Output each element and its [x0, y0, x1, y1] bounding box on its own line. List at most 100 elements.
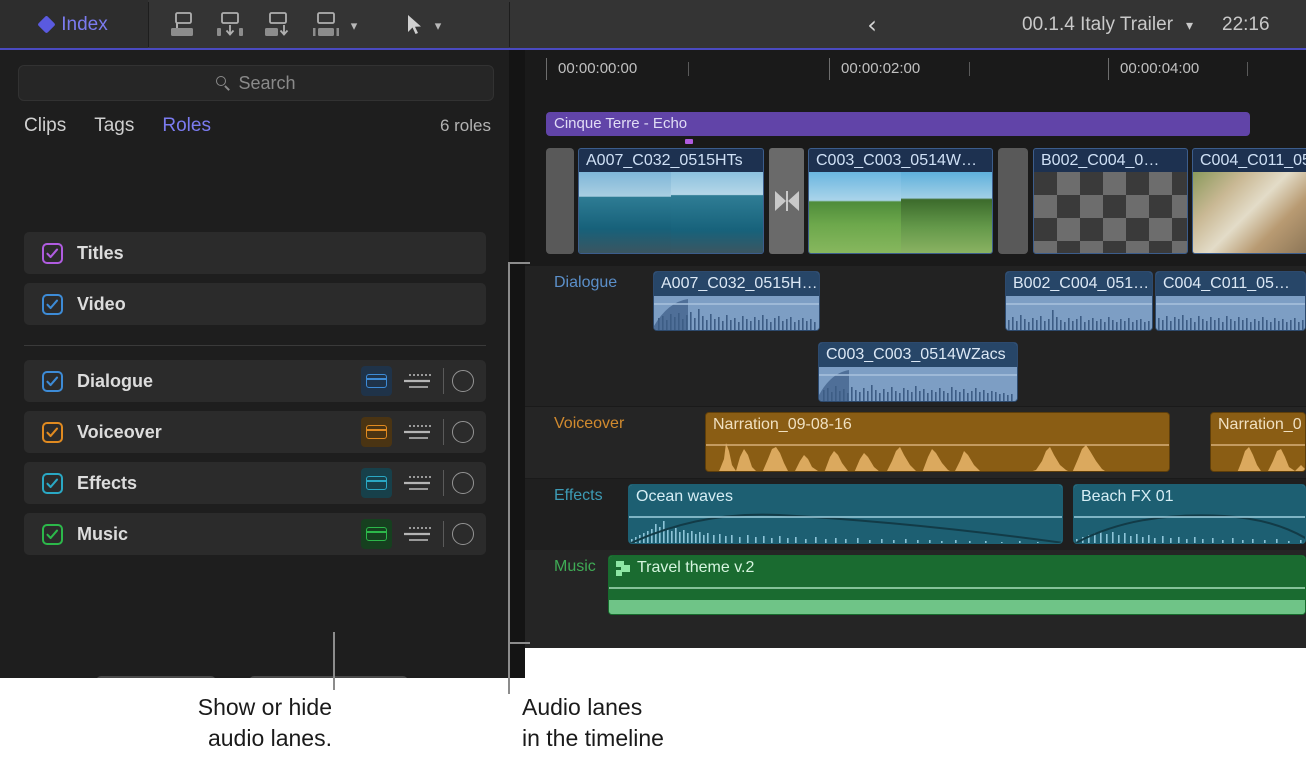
audio-lane-label-music: Music	[554, 558, 596, 576]
solo-button-voiceover[interactable]	[452, 421, 474, 443]
project-title[interactable]: 00.1.4 Italy Trailer	[1022, 12, 1173, 38]
timeline-ruler[interactable]: 00:00:00:00 00:00:02:00 00:00:04:00	[525, 50, 1306, 90]
callout-hide-audio-lanes: Show or hide audio lanes.	[152, 692, 332, 754]
overwrite-clip-button[interactable]	[304, 8, 348, 42]
audio-lane-voiceover[interactable]: Voiceover Narration_09-08-16 Narration_0	[525, 407, 1306, 478]
callouts: Show or hide audio lanes. Audio lanes in…	[0, 678, 1306, 766]
chevron-down-icon[interactable]: ▾	[347, 20, 361, 32]
audio-clip-music-travel-theme[interactable]: Travel theme v.2	[608, 555, 1306, 615]
audio-clip-label: C003_C003_0514WZacs	[826, 344, 1006, 366]
storyline-gap-mid[interactable]	[998, 148, 1028, 254]
audio-clip-dialogue-c004[interactable]: C004_C011_05…	[1155, 271, 1306, 331]
audio-clip-dialogue-c003[interactable]: C003_C003_0514WZacs	[818, 342, 1018, 402]
audio-waveform	[609, 580, 1305, 614]
callout-line-1: Show or hide	[152, 692, 332, 723]
index-button[interactable]: Index	[0, 0, 148, 49]
primary-storyline: A007_C032_0515HTs C003_C003_05	[525, 148, 1306, 258]
audio-clip-label: C004_C011_05…	[1163, 273, 1290, 295]
audio-clip-voiceover-narration-2[interactable]: Narration_0	[1210, 412, 1306, 472]
tool-chevron-down-icon[interactable]: ▾	[431, 20, 445, 32]
role-row-divider	[443, 419, 444, 445]
search-placeholder: Search	[238, 73, 295, 94]
audio-waveform	[629, 509, 1062, 543]
role-checkbox-dialogue[interactable]	[42, 371, 63, 392]
role-checkbox-titles[interactable]	[42, 243, 63, 264]
tab-clips[interactable]: Clips	[24, 115, 66, 137]
role-label-titles: Titles	[77, 232, 124, 274]
ruler-tick	[829, 58, 830, 80]
audio-waveform	[1074, 509, 1305, 543]
solo-button-dialogue[interactable]	[452, 370, 474, 392]
fcp-screenshot: Index	[0, 0, 1306, 766]
connect-clip-button[interactable]	[160, 8, 204, 42]
role-checkbox-voiceover[interactable]	[42, 422, 63, 443]
append-clip-button[interactable]	[256, 8, 300, 42]
timeline[interactable]: 00:00:00:00 00:00:02:00 00:00:04:00 Cinq…	[525, 50, 1306, 648]
role-row-divider	[443, 470, 444, 496]
video-clip-a007[interactable]: A007_C032_0515HTs	[578, 148, 764, 254]
role-checkbox-video[interactable]	[42, 294, 63, 315]
title-clip-label: Cinque Terre - Echo	[554, 112, 687, 136]
audio-waveform	[1211, 437, 1305, 471]
storyline-gap-left[interactable]	[546, 148, 574, 254]
audio-clip-label: Ocean waves	[636, 486, 733, 508]
project-chevron-down-icon[interactable]: ▾	[1186, 15, 1193, 35]
role-row-effects[interactable]: Effects	[24, 462, 486, 504]
role-row-video[interactable]: Video	[24, 283, 486, 325]
callout-leader-line-1	[333, 632, 335, 690]
ruler-tick-minor	[969, 62, 970, 76]
tab-roles[interactable]: Roles	[162, 115, 211, 137]
thumbnail	[671, 172, 763, 253]
lane-toggle-icon-dialogue[interactable]	[361, 366, 392, 396]
back-button[interactable]: ‹	[858, 10, 886, 40]
video-clip-c003[interactable]: C003_C003_0514W…	[808, 148, 993, 254]
role-checkbox-music[interactable]	[42, 524, 63, 545]
thumbnail	[1193, 172, 1306, 253]
role-label-voiceover: Voiceover	[77, 411, 162, 453]
subroles-icon-music[interactable]	[404, 524, 436, 544]
audio-clip-voiceover-narration-1[interactable]: Narration_09-08-16	[705, 412, 1170, 472]
ruler-label-2: 00:00:04:00	[1120, 60, 1199, 77]
solo-button-music[interactable]	[452, 523, 474, 545]
role-row-dialogue[interactable]: Dialogue	[24, 360, 486, 402]
thumbnail	[901, 172, 993, 253]
ruler-label-0: 00:00:00:00	[558, 60, 637, 77]
select-tool-button[interactable]	[392, 8, 436, 42]
subroles-icon-effects[interactable]	[404, 473, 436, 493]
role-row-titles[interactable]: Titles	[24, 232, 486, 274]
lane-toggle-icon-music[interactable]	[361, 519, 392, 549]
role-checkbox-effects[interactable]	[42, 473, 63, 494]
audio-clip-dialogue-b002[interactable]: B002_C004_051…	[1005, 271, 1153, 331]
insert-clip-button[interactable]	[208, 8, 252, 42]
role-row-music[interactable]: Music	[24, 513, 486, 555]
role-label-dialogue: Dialogue	[77, 360, 153, 402]
lane-toggle-icon-effects[interactable]	[361, 468, 392, 498]
audio-clip-dialogue-a007[interactable]: A007_C032_0515H…	[653, 271, 820, 331]
title-clip-cinque-terre[interactable]: Cinque Terre - Echo	[546, 112, 1250, 136]
audio-clip-effects-ocean-waves[interactable]: Ocean waves	[628, 484, 1063, 544]
tab-tags[interactable]: Tags	[94, 115, 134, 137]
audio-lane-label-voiceover: Voiceover	[554, 415, 624, 433]
video-clip-b002[interactable]: B002_C004_0…	[1033, 148, 1188, 254]
audio-lane-dialogue[interactable]: Dialogue A007_C032_0515H…	[525, 266, 1306, 406]
solo-button-effects[interactable]	[452, 472, 474, 494]
video-clip-c004[interactable]: C004_C011_05…	[1192, 148, 1306, 254]
subroles-icon-dialogue[interactable]	[404, 371, 436, 391]
audio-lane-effects[interactable]: Effects Ocean waves	[525, 479, 1306, 550]
clip-filmstrip	[809, 172, 992, 253]
subroles-icon-voiceover[interactable]	[404, 422, 436, 442]
audio-mix-icon	[616, 561, 631, 581]
lane-toggle-icon-voiceover[interactable]	[361, 417, 392, 447]
transition-clip[interactable]	[769, 148, 804, 254]
audio-waveform	[819, 367, 1017, 401]
role-row-voiceover[interactable]: Voiceover	[24, 411, 486, 453]
marker-titles-role-dot	[685, 139, 693, 144]
audio-lane-music[interactable]: Music Travel theme v.2	[525, 550, 1306, 648]
audio-clip-effects-beach-fx[interactable]: Beach FX 01	[1073, 484, 1306, 544]
timeline-index-panel: Search Clips Tags Roles 6 roles Titles V…	[0, 50, 509, 678]
bracket-bottom	[508, 642, 530, 644]
video-clip-label: A007_C032_0515HTs	[586, 150, 743, 172]
search-input[interactable]: Search	[18, 65, 494, 101]
audio-lanes-bracket	[508, 262, 530, 644]
overwrite-icon	[309, 10, 343, 40]
